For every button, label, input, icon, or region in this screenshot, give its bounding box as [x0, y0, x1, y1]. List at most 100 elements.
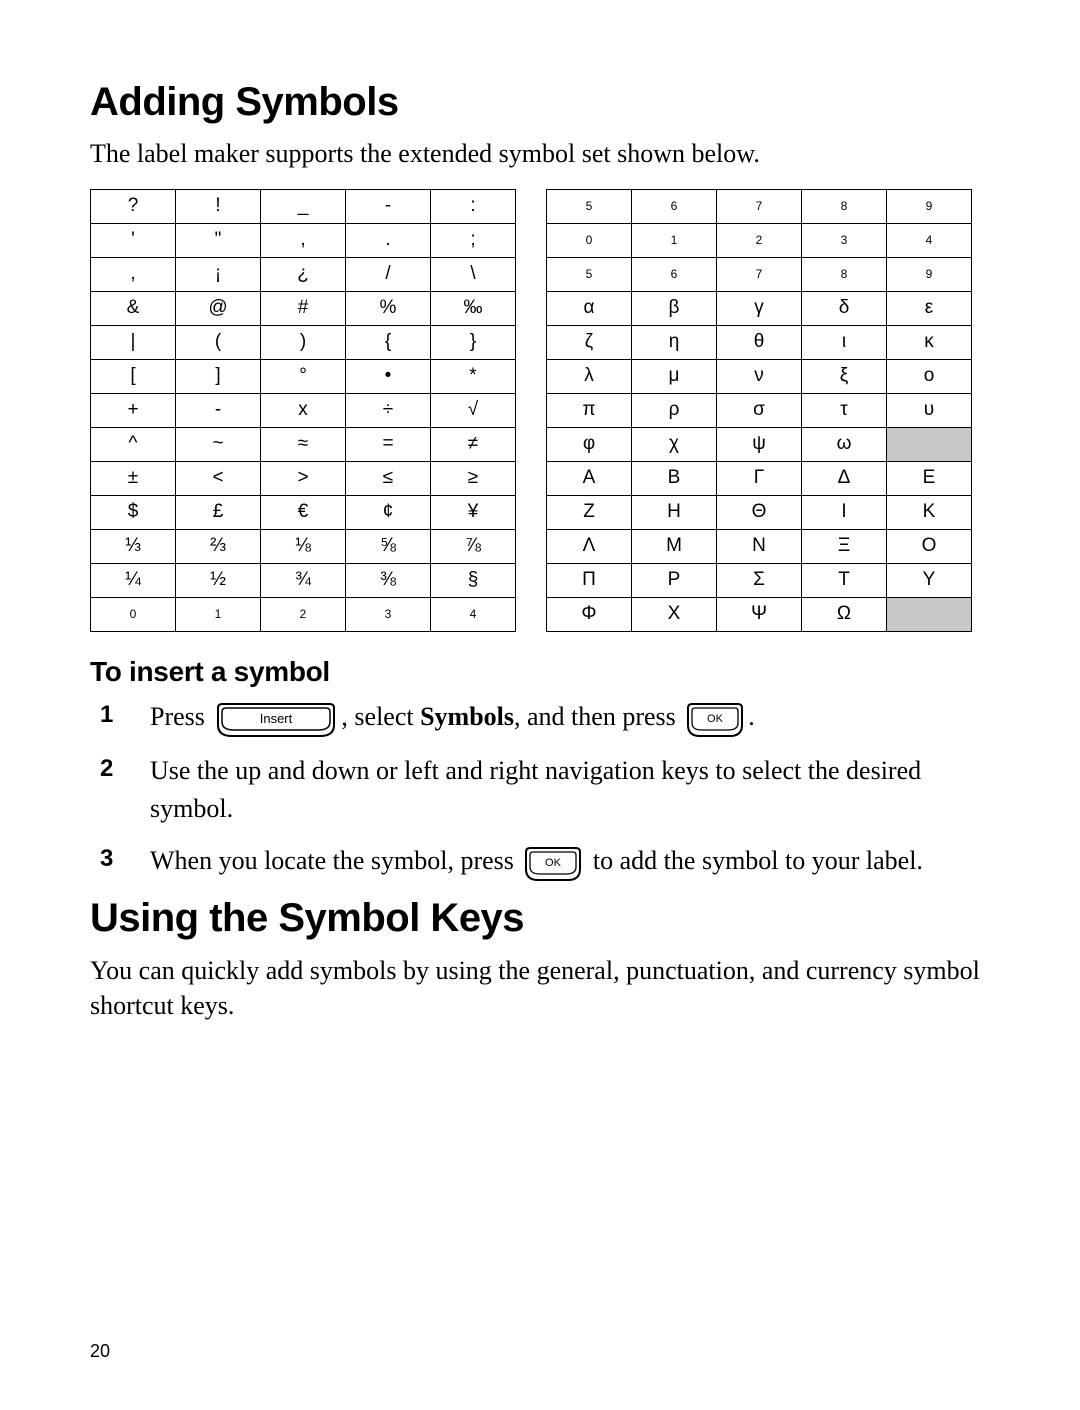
symbol-cell: ω — [802, 427, 887, 461]
symbol-cell: } — [431, 325, 516, 359]
symbol-cell: 3 — [802, 223, 887, 257]
heading-using-symbol-keys: Using the Symbol Keys — [90, 896, 990, 941]
symbol-cell: ! — [176, 189, 261, 223]
symbol-cell: Ζ — [547, 495, 632, 529]
symbol-cell: $ — [91, 495, 176, 529]
symbol-cell: λ — [547, 359, 632, 393]
symbol-cell: ¿ — [261, 257, 346, 291]
symbol-cell: ( — [176, 325, 261, 359]
symbol-cell: ½ — [176, 563, 261, 597]
symbol-cell: 0 — [91, 597, 176, 631]
step-3: When you locate the symbol, press OK to … — [90, 842, 990, 882]
symbol-cell: σ — [717, 393, 802, 427]
symbol-cell — [887, 427, 972, 461]
symbol-cell: Ω — [802, 597, 887, 631]
insert-key-label: Insert — [260, 711, 293, 726]
symbol-cell: * — [431, 359, 516, 393]
symbol-cell: ⅓ — [91, 529, 176, 563]
symbol-cell: υ — [887, 393, 972, 427]
symbol-cell: 2 — [261, 597, 346, 631]
symbol-cell: 9 — [887, 189, 972, 223]
symbol-cell: ° — [261, 359, 346, 393]
symbol-cell: 3 — [346, 597, 431, 631]
symbol-cell: § — [431, 563, 516, 597]
symbol-cell: , — [91, 257, 176, 291]
intro-paragraph: The label maker supports the extended sy… — [90, 137, 990, 171]
symbol-cell: ¾ — [261, 563, 346, 597]
symbols-bold: Symbols — [420, 702, 514, 731]
symbol-cell: 5 — [547, 189, 632, 223]
symbol-table-left: ?!_-:'",.;,¡¿/\&@#%‰|(){}[]°•*+-x÷√^~≈=≠… — [90, 189, 516, 632]
step-2: Use the up and down or left and right na… — [90, 752, 990, 827]
symbol-cell: ; — [431, 223, 516, 257]
symbol-cell: Λ — [547, 529, 632, 563]
symbol-cell: ⅛ — [261, 529, 346, 563]
symbol-cell: Γ — [717, 461, 802, 495]
symbol-cell: & — [91, 291, 176, 325]
symbol-cell: ψ — [717, 427, 802, 461]
symbol-cell: . — [346, 223, 431, 257]
insert-key-icon: Insert — [213, 699, 339, 738]
symbol-cell: Π — [547, 563, 632, 597]
symbol-cell: ο — [887, 359, 972, 393]
symbol-cell: ρ — [632, 393, 717, 427]
symbol-cell: @ — [176, 291, 261, 325]
symbol-cell: δ — [802, 291, 887, 325]
symbol-cell: Ρ — [632, 563, 717, 597]
page-number: 20 — [90, 1341, 110, 1362]
symbol-cell: √ — [431, 393, 516, 427]
symbol-cell: ‰ — [431, 291, 516, 325]
symbol-cell: η — [632, 325, 717, 359]
symbol-table-right: 567890123456789αβγδεζηθικλμνξοπρστυφχψωΑ… — [546, 189, 972, 632]
symbol-cell: Μ — [632, 529, 717, 563]
step-text: When you locate the symbol, press — [150, 846, 520, 875]
symbol-cell: - — [346, 189, 431, 223]
symbol-cell: ε — [887, 291, 972, 325]
symbol-cell: Υ — [887, 563, 972, 597]
symbol-cell: ⅔ — [176, 529, 261, 563]
symbol-cell: Κ — [887, 495, 972, 529]
symbol-cell: _ — [261, 189, 346, 223]
symbol-cell — [887, 597, 972, 631]
symbol-cell: ] — [176, 359, 261, 393]
symbol-cell: ¢ — [346, 495, 431, 529]
symbol-cell: ≈ — [261, 427, 346, 461]
symbol-cell: < — [176, 461, 261, 495]
symbol-cell: + — [91, 393, 176, 427]
symbol-cell: ^ — [91, 427, 176, 461]
symbol-cell: { — [346, 325, 431, 359]
symbol-cell: ¥ — [431, 495, 516, 529]
symbol-cell: ν — [717, 359, 802, 393]
symbol-cell: ¼ — [91, 563, 176, 597]
symbol-cell: Θ — [717, 495, 802, 529]
symbol-cell: | — [91, 325, 176, 359]
symbol-cell: Ι — [802, 495, 887, 529]
symbol-cell: θ — [717, 325, 802, 359]
step-1: Press Insert , select Symbols, and then … — [90, 698, 990, 739]
symbol-cell: ζ — [547, 325, 632, 359]
symbol-cell: 9 — [887, 257, 972, 291]
subheading-insert-symbol: To insert a symbol — [90, 656, 990, 688]
steps-list: Press Insert , select Symbols, and then … — [90, 698, 990, 882]
symbol-cell: 6 — [632, 257, 717, 291]
symbol-cell: £ — [176, 495, 261, 529]
ok-key-label: OK — [545, 857, 562, 869]
symbol-cell: " — [176, 223, 261, 257]
ok-key-icon: OK — [522, 844, 584, 882]
symbol-cell: ⅞ — [431, 529, 516, 563]
symbol-cell: α — [547, 291, 632, 325]
step-text: Press — [150, 702, 211, 731]
symbol-cell: 2 — [717, 223, 802, 257]
symbol-cell: € — [261, 495, 346, 529]
symbol-cell: 0 — [547, 223, 632, 257]
symbol-cell: % — [346, 291, 431, 325]
symbol-cell: γ — [717, 291, 802, 325]
body-paragraph: You can quickly add symbols by using the… — [90, 953, 990, 1023]
symbol-cell: 1 — [632, 223, 717, 257]
symbol-cell: Σ — [717, 563, 802, 597]
symbol-cell: ≠ — [431, 427, 516, 461]
symbol-cell: = — [346, 427, 431, 461]
symbol-cell: ⅝ — [346, 529, 431, 563]
symbol-cell: x — [261, 393, 346, 427]
symbol-cell: Β — [632, 461, 717, 495]
